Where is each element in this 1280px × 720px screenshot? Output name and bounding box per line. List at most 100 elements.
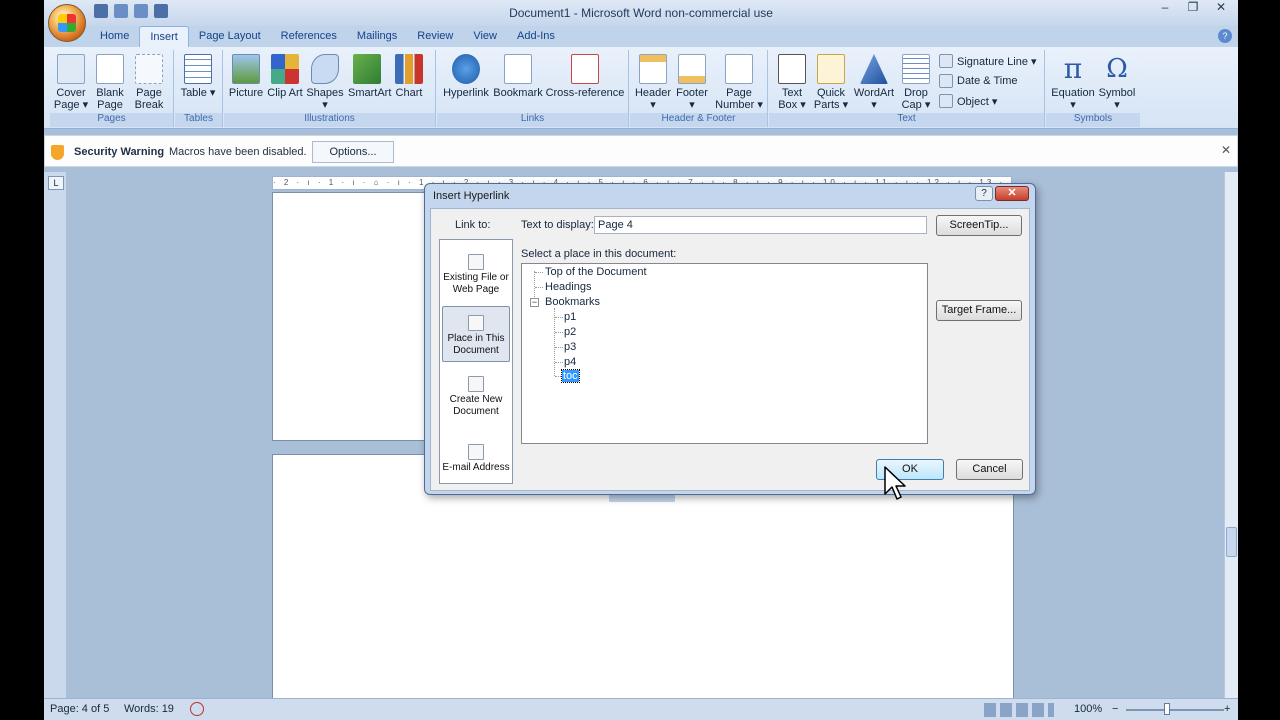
quick-parts-button[interactable]: Quick Parts ▾	[812, 52, 850, 111]
tab-insert[interactable]: Insert	[139, 26, 189, 48]
cancel-button[interactable]: Cancel	[956, 459, 1023, 480]
zoom-slider-knob[interactable]	[1164, 703, 1170, 715]
group-tables: Table ▾ Tables	[175, 50, 223, 127]
footer-button[interactable]: Footer ▾	[673, 52, 711, 111]
group-text: Text Box ▾ Quick Parts ▾ WordArt ▾ Drop …	[769, 50, 1045, 127]
smartart-button[interactable]: SmartArt	[348, 52, 391, 99]
quick-parts-label: Quick Parts ▾	[813, 87, 849, 111]
collapse-icon[interactable]: −	[530, 298, 539, 307]
text-box-button[interactable]: Text Box ▾	[773, 52, 811, 111]
shapes-icon	[311, 54, 339, 84]
tree-item-bookmark-p2[interactable]: p2	[564, 326, 576, 338]
close-window-button[interactable]: ✕	[1208, 0, 1234, 16]
tree-item-headings[interactable]: Headings	[545, 281, 591, 293]
minimize-button[interactable]: –	[1152, 0, 1178, 16]
title-bar: Document1 - Microsoft Word non-commercia…	[44, 0, 1238, 26]
header-button[interactable]: Header ▾	[634, 52, 672, 111]
document-places-tree[interactable]: Top of the Document Headings − Bookmarks…	[521, 263, 928, 444]
close-icon[interactable]: ✕	[1221, 143, 1231, 157]
tree-item-label: Bookmarks	[545, 296, 601, 308]
page-number-button[interactable]: Page Number ▾	[714, 52, 764, 111]
view-buttons[interactable]	[984, 703, 1054, 717]
group-links: Hyperlink Bookmark Cross-reference Links	[437, 50, 629, 127]
tab-references[interactable]: References	[271, 26, 347, 48]
wordart-button[interactable]: WordArt ▾	[851, 52, 897, 111]
link-to-existing-file[interactable]: Existing File or Web Page	[442, 254, 510, 296]
tree-item-bookmarks[interactable]: Bookmarks	[545, 296, 600, 308]
help-icon[interactable]: ?	[1218, 29, 1232, 43]
tree-connector	[554, 308, 555, 376]
proofing-icon[interactable]	[190, 702, 204, 716]
cross-reference-icon	[571, 54, 599, 84]
group-illustrations: Picture Clip Art Shapes ▾ SmartArt Chart…	[224, 50, 436, 127]
wordart-icon	[860, 54, 888, 84]
tree-item-top-of-document[interactable]: Top of the Document	[545, 266, 647, 278]
link-to-email-label: E-mail Address	[442, 462, 510, 473]
office-button[interactable]	[48, 4, 86, 42]
restore-button[interactable]: ❐	[1180, 0, 1206, 16]
zoom-slider[interactable]	[1126, 709, 1224, 711]
shield-icon	[51, 145, 64, 160]
tab-page-layout[interactable]: Page Layout	[189, 26, 271, 48]
scrollbar-thumb[interactable]	[1226, 527, 1237, 557]
group-symbols: π Equation ▾ Ω Symbol ▾ Symbols	[1046, 50, 1140, 127]
tree-item-bookmark-p3[interactable]: p3	[564, 341, 576, 353]
page-count[interactable]: Page: 4 of 5	[50, 703, 109, 715]
link-to-place-in-document[interactable]: Place in This Document	[442, 306, 510, 362]
tab-add-ins[interactable]: Add-Ins	[507, 26, 565, 48]
page-number-icon	[725, 54, 753, 84]
zoom-out-button[interactable]: −	[1112, 703, 1118, 715]
drop-cap-button[interactable]: Drop Cap ▾	[897, 52, 935, 111]
chart-label: Chart	[395, 87, 423, 99]
tree-item-bookmark-p1[interactable]: p1	[564, 311, 576, 323]
table-button[interactable]: Table ▾	[179, 52, 217, 99]
chart-button[interactable]: Chart	[390, 52, 428, 99]
tab-view[interactable]: View	[463, 26, 507, 48]
tab-mailings[interactable]: Mailings	[347, 26, 407, 48]
tab-home[interactable]: Home	[90, 26, 139, 48]
cover-page-button[interactable]: Cover Page ▾	[52, 52, 90, 111]
target-frame-button[interactable]: Target Frame...	[936, 300, 1022, 321]
tree-item-label: Headings	[545, 281, 592, 293]
tab-selector-button[interactable]: L	[48, 176, 64, 190]
link-to-email-address[interactable]: E-mail Address	[442, 444, 510, 474]
window-controls: – ❐ ✕	[1152, 0, 1234, 16]
zoom-in-button[interactable]: +	[1224, 703, 1230, 715]
object-icon	[939, 94, 953, 108]
shapes-button[interactable]: Shapes ▾	[306, 52, 344, 111]
blank-page-button[interactable]: Blank Page	[91, 52, 129, 111]
screentip-button[interactable]: ScreenTip...	[936, 215, 1022, 236]
security-options-button[interactable]: Options...	[312, 141, 394, 163]
tree-item-bookmark-toc[interactable]: toc	[561, 369, 580, 383]
tab-review[interactable]: Review	[407, 26, 463, 48]
link-to-create-new-document[interactable]: Create New Document	[442, 376, 510, 418]
calendar-icon	[939, 74, 953, 88]
picture-button[interactable]: Picture	[227, 52, 265, 99]
blank-page-icon	[96, 54, 124, 84]
cross-reference-button[interactable]: Cross-reference	[545, 52, 625, 99]
drop-cap-label: Drop Cap ▾	[901, 87, 931, 111]
text-to-display-input[interactable]: Page 4	[594, 216, 927, 234]
zoom-level[interactable]: 100%	[1074, 703, 1102, 715]
clip-art-button[interactable]: Clip Art	[266, 52, 304, 99]
smartart-icon	[353, 54, 381, 84]
object-button[interactable]: Object ▾	[939, 94, 997, 108]
signature-line-button[interactable]: Signature Line ▾	[939, 54, 1037, 68]
date-time-button[interactable]: Date & Time	[939, 74, 1018, 88]
word-count[interactable]: Words: 19	[124, 703, 174, 715]
group-label-symbols: Symbols	[1046, 113, 1140, 127]
left-letterbox	[0, 0, 44, 720]
quick-parts-icon	[817, 54, 845, 84]
footer-icon	[678, 54, 706, 84]
vertical-scrollbar[interactable]	[1224, 172, 1238, 698]
bookmark-button[interactable]: Bookmark	[493, 52, 543, 99]
tree-item-bookmark-p4[interactable]: p4	[564, 356, 576, 368]
cross-reference-label: Cross-reference	[545, 87, 625, 99]
page-break-button[interactable]: Page Break	[130, 52, 168, 111]
symbol-button[interactable]: Ω Symbol ▾	[1098, 52, 1136, 111]
dialog-help-button[interactable]: ?	[975, 186, 993, 201]
hyperlink-button[interactable]: Hyperlink	[441, 52, 491, 99]
equation-button[interactable]: π Equation ▾	[1050, 52, 1096, 112]
dialog-close-button[interactable]: ✕	[995, 186, 1029, 201]
pi-icon: π	[1063, 52, 1083, 85]
